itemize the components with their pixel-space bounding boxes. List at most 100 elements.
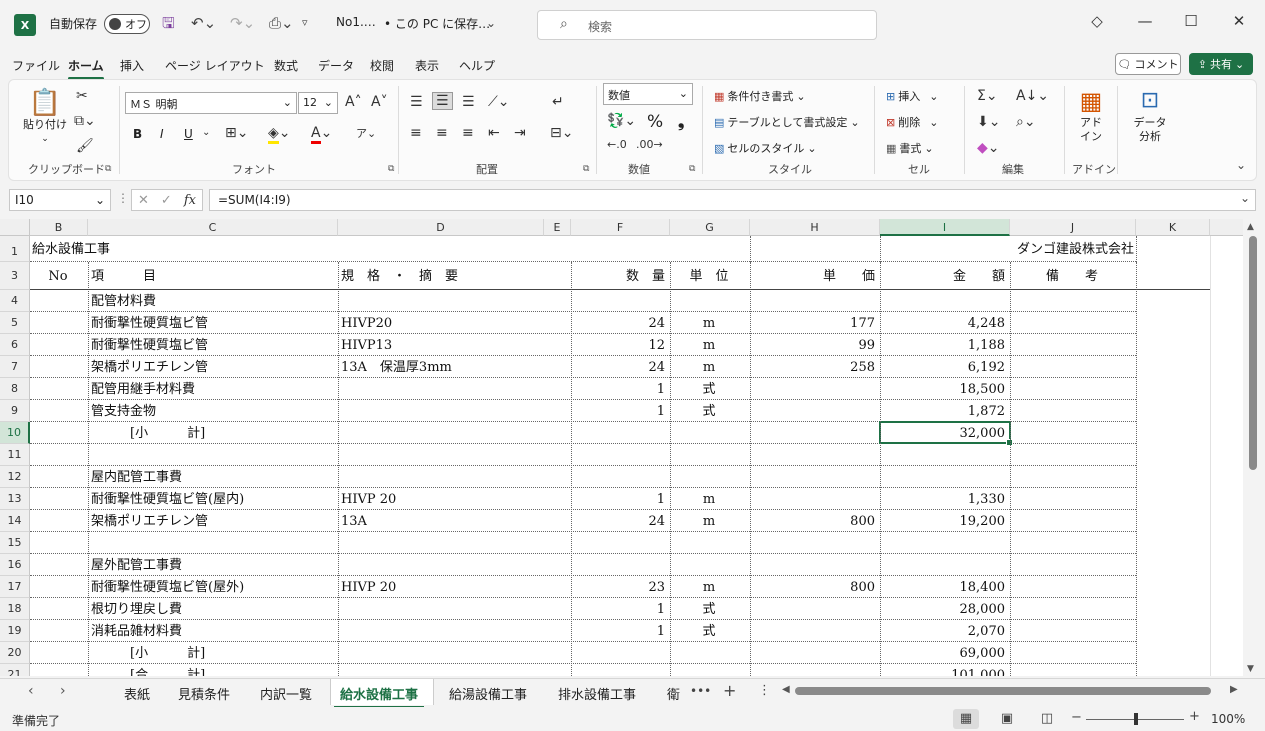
tab-home[interactable]: ホーム (68, 57, 104, 80)
italic-button[interactable]: I (160, 127, 164, 141)
cell-d-17[interactable]: HIVP 20 (341, 579, 539, 597)
column-header[interactable]: J (1010, 219, 1136, 236)
cell-g-9[interactable]: 式 (673, 403, 745, 421)
cell-f-18[interactable]: 1 (574, 601, 665, 619)
cell-d-14[interactable]: 13A (341, 513, 539, 531)
cell-i-13[interactable]: 1,330 (883, 491, 1005, 509)
scroll-left-icon[interactable]: ◀ (782, 684, 790, 695)
chevron-down-icon[interactable]: ⌄ (202, 127, 210, 138)
cell-g-14[interactable]: m (673, 513, 745, 531)
enter-icon[interactable]: ✓ (161, 193, 172, 208)
cell-i-7[interactable]: 6,192 (883, 359, 1005, 377)
undo-icon[interactable]: ↶⌄ (191, 13, 216, 33)
cell-f-17[interactable]: 23 (574, 579, 665, 597)
merge-center-icon[interactable]: ⊟⌄ (550, 125, 573, 141)
cell-d-3[interactable]: 規 格 ・ 摘 要 (341, 265, 539, 289)
decrease-decimal-icon[interactable]: .00→ (636, 138, 663, 151)
dialog-launcher-icon[interactable]: ⧉ (388, 164, 394, 174)
cell-i-6[interactable]: 1,188 (883, 337, 1005, 355)
spreadsheet-grid[interactable]: B C D E F G H I J K 1 給水設備工事 ダンゴ建設株式会社 3 No 項 目規 格 ・ 摘 … (0, 219, 1243, 676)
print-preview-icon[interactable]: ⎙⌄ (269, 13, 294, 33)
cell-c-16[interactable]: 屋外配管工事費 (91, 557, 333, 575)
currency-icon[interactable]: 💱⌄ (607, 113, 636, 129)
paste-button[interactable]: 📋 貼り付け ⌄ (22, 88, 68, 146)
cell-f-19[interactable]: 1 (574, 623, 665, 641)
cancel-icon[interactable]: ✕ (138, 193, 149, 208)
cell-f-9[interactable]: 1 (574, 403, 665, 421)
cell-c-14[interactable]: 架橋ポリエチレン管 (91, 513, 333, 531)
tab-help[interactable]: ヘルプ (459, 57, 495, 74)
sheet-tab-water-supply[interactable]: 給水設備工事 (333, 684, 425, 708)
cell-g-7[interactable]: m (673, 359, 745, 377)
align-top-icon[interactable]: ☰ (410, 94, 423, 110)
sheet-tab-cover[interactable]: 表紙 (124, 684, 150, 703)
cut-icon[interactable]: ✂ (76, 88, 88, 104)
cell-b-1[interactable]: 給水設備工事 (32, 239, 110, 261)
formula-bar-menu-icon[interactable]: ⋮ (117, 191, 129, 205)
cell-h-6[interactable]: 99 (753, 337, 875, 355)
cell-c-12[interactable]: 屋内配管工事費 (91, 469, 333, 487)
cell-i-3[interactable]: 金 額 (883, 265, 1005, 289)
cell-c-5[interactable]: 耐衝撃性硬質塩ビ管 (91, 315, 333, 333)
cell-c-9[interactable]: 管支持金物 (91, 403, 333, 421)
name-box[interactable]: I10 ⌄ (9, 189, 111, 211)
increase-indent-icon[interactable]: ⇥ (514, 125, 526, 141)
cell-c-13[interactable]: 耐衝撃性硬質塩ビ管(屋内) (91, 491, 333, 509)
phonetic-icon[interactable]: ア⌄ (356, 125, 376, 141)
save-icon[interactable]: 🖫 (162, 13, 175, 33)
expand-formula-icon[interactable]: ⌄ (1240, 191, 1250, 205)
number-format-select[interactable]: 数値 ⌄ (603, 83, 693, 105)
cell-g-5[interactable]: m (673, 315, 745, 333)
cell-c-7[interactable]: 架橋ポリエチレン管 (91, 359, 333, 377)
cell-c-18[interactable]: 根切り埋戻し費 (91, 601, 333, 619)
font-name-select[interactable]: ＭＳ 明朝 ⌄ (125, 92, 297, 114)
cell-f-6[interactable]: 12 (574, 337, 665, 355)
dialog-launcher-icon[interactable]: ⧉ (105, 164, 111, 174)
row-header[interactable]: 6 (0, 334, 30, 356)
row-header[interactable]: 8 (0, 378, 30, 400)
cell-c-4[interactable]: 配管材料費 (91, 293, 333, 311)
column-header[interactable]: F (571, 219, 670, 236)
row-header[interactable]: 3 (0, 262, 30, 290)
cell-h-5[interactable]: 177 (753, 315, 875, 333)
sheet-options-icon[interactable]: ⋮ (758, 683, 771, 698)
sheet-tab-drainage[interactable]: 排水設備工事 (558, 684, 636, 703)
zoom-out-icon[interactable]: − (1071, 710, 1082, 725)
cell-c-19[interactable]: 消耗品雑材料費 (91, 623, 333, 641)
cell-f-5[interactable]: 24 (574, 315, 665, 333)
font-size-select[interactable]: 12 ⌄ (298, 92, 338, 114)
tab-page-layout[interactable]: ページ レイアウト (165, 57, 265, 74)
insert-function-button[interactable]: fx (184, 193, 196, 208)
column-header[interactable]: I (880, 219, 1010, 236)
cell-i-9[interactable]: 1,872 (883, 403, 1005, 421)
cell-i-14[interactable]: 19,200 (883, 513, 1006, 531)
chevron-down-icon[interactable]: ⌄ (486, 13, 496, 33)
close-icon[interactable]: ✕ (1224, 12, 1254, 30)
cell-i-1[interactable]: ダンゴ建設株式会社 (880, 239, 1136, 261)
column-header[interactable]: C (88, 219, 338, 236)
sort-filter-icon[interactable]: A↓⌄ (1016, 88, 1049, 104)
row-header[interactable]: 11 (0, 444, 30, 466)
row-header[interactable]: 14 (0, 510, 30, 532)
row-header[interactable]: 13 (0, 488, 30, 510)
row-header[interactable]: 1 (0, 236, 30, 262)
sheet-tab-breakdown[interactable]: 内訳一覧 (260, 684, 312, 703)
tab-view[interactable]: 表示 (415, 57, 439, 74)
conditional-format-button[interactable]: ▦ 条件付き書式 ⌄ (714, 88, 806, 104)
cell-i-17[interactable]: 18,400 (883, 579, 1006, 597)
orientation-icon[interactable]: ⟋⌄ (488, 94, 510, 110)
tab-formulas[interactable]: 数式 (274, 57, 298, 74)
column-header[interactable]: D (338, 219, 544, 236)
cell-g-18[interactable]: 式 (673, 601, 745, 619)
zoom-in-icon[interactable]: + (1189, 709, 1200, 724)
row-header[interactable]: 20 (0, 642, 30, 664)
format-as-table-button[interactable]: ▤ テーブルとして書式設定 ⌄ (714, 114, 860, 130)
cell-f-7[interactable]: 24 (574, 359, 665, 377)
row-header[interactable]: 18 (0, 598, 30, 620)
column-header[interactable]: H (750, 219, 880, 236)
save-location[interactable]: • この PC に保存… (384, 15, 490, 32)
page-layout-view-icon[interactable]: ▣ (994, 709, 1020, 729)
format-painter-icon[interactable]: 🖌 (76, 138, 94, 154)
cell-c-8[interactable]: 配管用継手材料費 (91, 381, 333, 399)
sheet-tab-hot-water[interactable]: 給湯設備工事 (449, 684, 527, 703)
